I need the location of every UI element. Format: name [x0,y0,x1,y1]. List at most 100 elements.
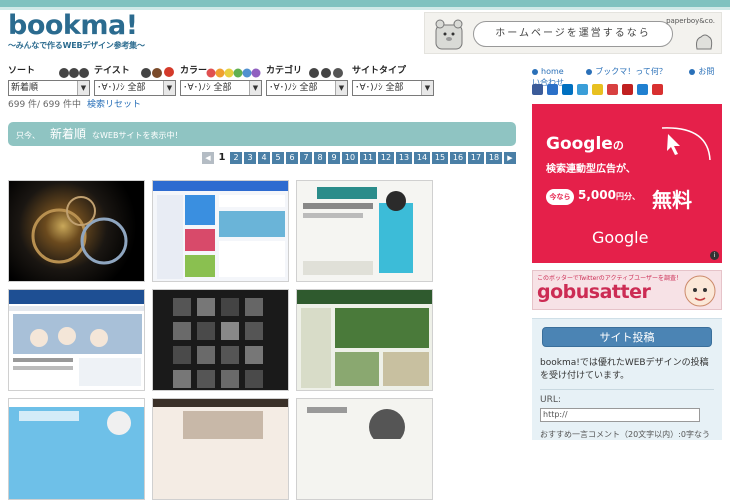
color-select-value: ･∀･)ﾉｼ 全部 [183,83,232,93]
thumbnail-image [31,196,128,265]
bullet-icon [532,68,538,75]
url-label: URL: [540,395,561,405]
site-logo[interactable]: bookma! ～みんなで作るWEBデザイン参考集～ [8,12,148,52]
filter-taste: テイスト ･∀･)ﾉｼ 全部 ▼ [94,64,176,96]
taste-select[interactable]: ･∀･)ﾉｼ 全部 ▼ [94,80,176,96]
site-thumbnail[interactable] [152,289,289,391]
nav-link-about[interactable]: ブックマ！って何？ [586,67,677,76]
site-submit-panel: サイト投稿 bookma!では優れたWEBデザインの投稿を受け付けています。 U… [532,318,722,440]
url-input[interactable]: http:// [540,408,700,422]
color-select[interactable]: ･∀･)ﾉｼ 全部 ▼ [180,80,262,96]
logo-tagline: ～みんなで作るWEBデザイン参考集～ [8,41,145,50]
thumbnail-image [153,399,288,439]
pagination: ◀ 1 2 3 4 5 6 7 8 9 10 11 12 13 14 15 16… [202,152,516,164]
taste-select-value: ･∀･)ﾉｼ 全部 [97,83,146,93]
sitetype-select[interactable]: ･∀･)ﾉｼ 全部 ▼ [352,80,434,96]
page-link[interactable]: 11 [360,152,376,164]
twitter-icon[interactable] [637,84,648,95]
filter-mascot-icon [141,67,174,78]
ad-free: 無料 [652,188,692,212]
nav-link-label: ブックマ！って何？ [595,67,667,76]
current-page: 1 [218,152,226,163]
page-link[interactable]: 7 [300,152,312,164]
ad-headline-suffix: の [612,139,624,152]
page-link[interactable]: 15 [432,152,448,164]
page-link[interactable]: 3 [244,152,256,164]
thumbnail-image [307,407,405,445]
sort-select-value: 新着順 [11,83,39,93]
banner-brand: paperboy&co. [666,17,715,25]
thumbnail-image [297,290,432,388]
ad-subline: 検索連動型広告が、 [546,164,636,175]
page-link[interactable]: 17 [468,152,484,164]
cursor-arrow-icon [661,127,711,161]
logo-text: bookma! [8,10,138,41]
page-link[interactable]: 13 [396,152,412,164]
gobusatter-banner[interactable]: このボッターでTwitterのアクティブユーザーを調査！ gobusatter [532,270,722,310]
google-ad-banner[interactable]: Googleの 検索連動型広告が、 今なら 5,000円分、 無料 Google… [532,104,722,263]
ad-amount: 5,000円分、 [578,188,640,202]
submit-description: bookma!では優れたWEBデザインの投稿を受け付けています。 [540,358,709,381]
category-select[interactable]: ･∀･)ﾉｼ 全部 ▼ [266,80,348,96]
page-link[interactable]: 2 [230,152,242,164]
filter-sort: ソート 新着順 ▼ [8,64,90,96]
reset-search-link[interactable]: 検索リセット [87,100,141,110]
banner-bubble-text: ホームページを運営するなら [473,21,673,47]
adchoices-icon[interactable]: i [710,251,719,260]
site-submit-button[interactable]: サイト投稿 [542,327,712,347]
yahoo-icon[interactable] [652,84,663,95]
livedoor-icon[interactable] [622,84,633,95]
notice-highlight: 新着順 [50,127,87,141]
comment-label: おすすめ一言コメント（20文字以内）:0字なう [540,430,710,439]
prev-page-button[interactable]: ◀ [202,152,214,164]
nav-link-home[interactable]: home [532,67,574,76]
site-thumbnail[interactable] [296,180,433,282]
delicious-icon[interactable] [532,84,543,95]
chevron-down-icon: ▼ [249,81,261,95]
filter-mascot-icon [206,68,261,78]
page-link[interactable]: 18 [486,152,502,164]
site-thumbnail[interactable] [296,398,433,500]
filter-sitetype: サイトタイプ ･∀･)ﾉｼ 全部 ▼ [352,64,434,96]
page-link[interactable]: 9 [328,152,340,164]
site-thumbnail[interactable] [8,180,145,282]
bear-mascot-icon [435,19,463,50]
thumbnail-image [173,298,263,388]
page-link[interactable]: 4 [258,152,270,164]
nav-link-label: home [541,67,564,76]
page-link[interactable]: 6 [286,152,298,164]
newsing-icon[interactable] [607,84,618,95]
page-link[interactable]: 14 [414,152,430,164]
page-link[interactable]: 10 [342,152,358,164]
page-link[interactable]: 5 [272,152,284,164]
thumbnail-image [9,290,144,386]
bl-icon[interactable] [562,84,573,95]
filter-label: サイトタイプ [352,66,407,76]
filter-mascot-icon [309,68,343,78]
page-link[interactable]: 12 [378,152,394,164]
hatena-icon[interactable] [547,84,558,95]
site-thumbnail[interactable] [152,180,289,282]
next-page-button[interactable]: ▶ [504,152,516,164]
thumbnail-image [9,399,144,435]
site-thumbnail[interactable] [8,398,145,500]
result-count-text: 699 件/ 699 件中 [8,100,81,110]
site-thumbnail[interactable] [152,398,289,500]
sort-select[interactable]: 新着順 ▼ [8,80,90,96]
buzzurl-icon[interactable] [577,84,588,95]
sitetype-select-value: ･∀･)ﾉｼ 全部 [355,83,404,93]
top-ad-banner[interactable]: ホームページを運営するなら paperboy&co. [424,12,722,54]
sort-notice: 只今、 新着順 なWEBサイトを表示中！ [8,122,516,146]
ad-pill: 今なら [546,189,574,205]
site-thumbnail[interactable] [8,289,145,391]
character-icon [684,275,716,307]
page-link[interactable]: 8 [314,152,326,164]
site-thumbnail[interactable] [296,289,433,391]
page-link[interactable]: 16 [450,152,466,164]
ad-logo: Google [592,228,649,247]
chevron-down-icon: ▼ [335,81,347,95]
clip-icon[interactable] [592,84,603,95]
filter-color: カラー ･∀･)ﾉｼ 全部 ▼ [180,64,262,96]
paw-icon [696,34,713,50]
result-count: 699 件/ 699 件中 検索リセット [8,97,141,110]
